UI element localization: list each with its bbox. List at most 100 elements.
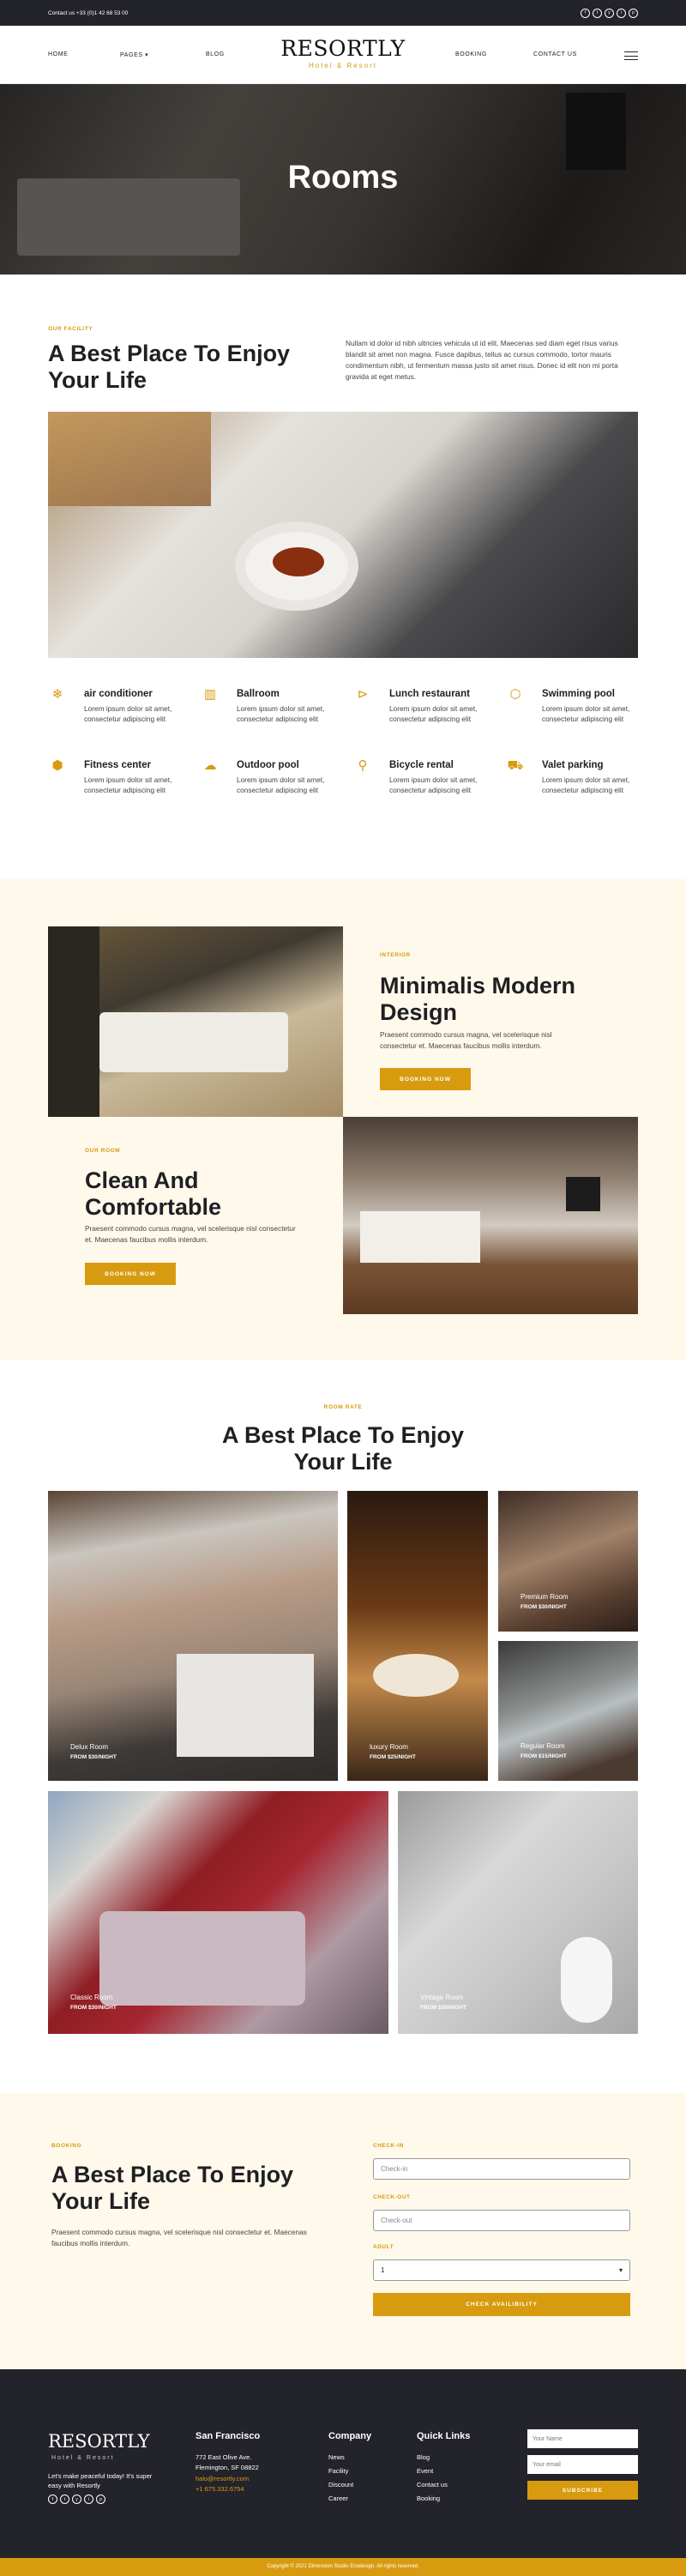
footer-name-input[interactable]: Your Name: [527, 2429, 638, 2448]
nav-booking[interactable]: BOOKING: [455, 51, 487, 57]
footer-link-blog[interactable]: Blog: [417, 2453, 430, 2461]
subscribe-button[interactable]: SUBSCRIBE: [527, 2481, 638, 2500]
site-logo[interactable]: RESORTLY Hotel & Resort: [274, 36, 412, 69]
instagram-icon[interactable]: i: [84, 2495, 93, 2504]
rates-tag: ROOM RATE: [323, 1404, 363, 1410]
checkin-input[interactable]: Check-in: [373, 2158, 630, 2180]
interior-booking-button[interactable]: BOOKING NOW: [380, 1068, 471, 1090]
footer-about: Let's make peaceful today! It's super ea…: [48, 2472, 153, 2490]
footer-link-event[interactable]: Event: [417, 2467, 433, 2475]
booking-text: Praesent commodo cursus magna, vel scele…: [51, 2228, 307, 2247]
footer-city: San Francisco: [196, 2431, 261, 2441]
room-card-premium[interactable]: Premium Room FROM $30/NIGHT: [498, 1491, 638, 1632]
logo-name: RESORTLY: [280, 36, 406, 61]
footer-phone[interactable]: +1 675.332.6754: [196, 2485, 244, 2493]
room-price: FROM $30/NIGHT: [521, 1604, 567, 1610]
feature-desc: Lorem ipsum dolor sit amet, consectetur …: [84, 775, 172, 794]
footer-link-career[interactable]: Career: [328, 2495, 348, 2502]
room-price: FROM $30/NIGHT: [420, 2005, 466, 2011]
nav-blog[interactable]: BLOG: [206, 51, 225, 57]
feature-title: Bicycle rental: [389, 760, 454, 770]
car-icon: ⛟: [507, 758, 524, 773]
hamburger-menu-icon[interactable]: [624, 51, 638, 60]
feature-item: ⊳ Lunch restaurant Lorem ipsum dolor sit a…: [353, 686, 499, 746]
nav-pages-label: PAGES: [120, 52, 143, 58]
footer: RESORTLY Hotel & Resort Let's make peace…: [0, 2369, 686, 2558]
tea-cup-image: [48, 412, 638, 658]
booking-title: A Best Place To Enjoy Your Life: [51, 2162, 294, 2214]
nav-pages[interactable]: PAGES ▾: [120, 51, 148, 58]
room-name: Classic Room: [70, 1994, 113, 2001]
booking-tag: BOOKING: [51, 2143, 82, 2149]
instagram-icon[interactable]: i: [617, 8, 626, 18]
feature-item: ☁ Outdoor pool Lorem ipsum dolor sit amet,…: [201, 757, 346, 817]
feature-desc: Lorem ipsum dolor sit amet, consectetur …: [389, 775, 478, 794]
room-card-delux[interactable]: Delux Room FROM $30/NIGHT: [48, 1491, 338, 1781]
adult-select[interactable]: 1 ▾: [373, 2259, 630, 2281]
check-availability-button[interactable]: CHECK AVAILIBILITY: [373, 2293, 630, 2316]
nav-home[interactable]: HOME: [48, 51, 68, 57]
bicycle-icon: ⚲: [358, 758, 368, 773]
room-name: Premium Room: [521, 1593, 569, 1601]
footer-email[interactable]: halo@resortly.com: [196, 2475, 249, 2482]
main-nav: HOME PAGES ▾ BLOG RESORTLY Hotel & Resor…: [0, 26, 686, 84]
adult-label: ADULT: [373, 2244, 394, 2250]
ourroom-text: Praesent commodo cursus magna, vel scele…: [85, 1224, 296, 1244]
pinterest-icon[interactable]: p: [96, 2495, 105, 2504]
footer-links-title: Quick Links: [417, 2431, 471, 2441]
footer-address1: 772 East Olive Ave.: [196, 2453, 252, 2461]
feature-item: ▥ Ballroom Lorem ipsum dolor sit amet, con…: [201, 686, 346, 746]
room-name: Regular Room: [521, 1742, 565, 1750]
interior-title: Minimalis Modern Design: [380, 973, 576, 1025]
nav-contact[interactable]: CONTACT US: [533, 51, 577, 57]
facility-title: A Best Place To Enjoy Your Life: [48, 341, 291, 393]
feature-item: ⬢ Fitness center Lorem ipsum dolor sit ame…: [48, 757, 194, 817]
room-card-luxury[interactable]: luxury Room FROM $25/NIGHT: [347, 1491, 488, 1781]
room-card-regular[interactable]: Regular Room FROM $15/NIGHT: [498, 1641, 638, 1781]
facility-tag: OUR FACILITY: [48, 326, 93, 332]
feature-title: Ballroom: [237, 689, 280, 699]
youtube-icon[interactable]: y: [72, 2495, 81, 2504]
feature-title: Valet parking: [542, 760, 604, 770]
youtube-icon[interactable]: y: [605, 8, 614, 18]
ourroom-title: Clean And Comfortable: [85, 1167, 222, 1220]
pool-icon: ⬡: [509, 687, 521, 702]
room-name: luxury Room: [370, 1743, 408, 1751]
footer-link-contact[interactable]: Contact us: [417, 2481, 448, 2489]
footer-link-news[interactable]: News: [328, 2453, 345, 2461]
feature-title: Outdoor pool: [237, 760, 299, 770]
page-title: Rooms: [287, 160, 399, 196]
footer-logo-name: RESORTLY: [48, 2431, 150, 2452]
footer-logo-tagline: Hotel & Resort: [51, 2455, 115, 2461]
checkin-label: CHECK-IN: [373, 2143, 404, 2149]
footer-address2: Flemington, SF 08822: [196, 2464, 259, 2471]
copyright-bar: Copyright © 2021 Dimension Studio Ecodes…: [0, 2558, 686, 2576]
chevron-down-icon: ▾: [145, 52, 149, 58]
twitter-icon[interactable]: t: [593, 8, 602, 18]
building-icon: ▥: [203, 687, 217, 702]
room-card-vintage[interactable]: Vintage Room FROM $30/NIGHT: [398, 1791, 638, 2034]
ourroom-booking-button[interactable]: BOOKING NOW: [85, 1263, 176, 1285]
footer-link-booking[interactable]: Booking: [417, 2495, 440, 2502]
footer-email-input[interactable]: Your email: [527, 2455, 638, 2474]
twitter-icon[interactable]: t: [60, 2495, 69, 2504]
room-price: FROM $30/NIGHT: [70, 1754, 117, 1760]
pinterest-icon[interactable]: p: [629, 8, 638, 18]
facebook-icon[interactable]: f: [48, 2495, 57, 2504]
room-price: FROM $30/NIGHT: [70, 2005, 117, 2011]
checkout-input[interactable]: Check-out: [373, 2210, 630, 2231]
social-links: f t y i p: [581, 8, 638, 18]
checkout-label: CHECK-OUT: [373, 2194, 411, 2200]
interior-tag: INTERIOR: [380, 952, 411, 958]
snowflake-icon: ❄: [51, 687, 63, 702]
room-price: FROM $15/NIGHT: [521, 1753, 567, 1759]
footer-link-discount[interactable]: Discount: [328, 2481, 353, 2489]
bedroom-image: [343, 1117, 638, 1314]
feature-item: ⚲ Bicycle rental Lorem ipsum dolor sit ame…: [353, 757, 499, 817]
facebook-icon[interactable]: f: [581, 8, 590, 18]
contact-text: Contact us +33 (0)1 42 68 53 00: [48, 9, 129, 16]
footer-link-facility[interactable]: Facility: [328, 2467, 348, 2475]
outdoor-icon: ☁: [203, 758, 217, 773]
room-name: Delux Room: [70, 1743, 109, 1751]
room-card-classic[interactable]: Classic Room FROM $30/NIGHT: [48, 1791, 388, 2034]
